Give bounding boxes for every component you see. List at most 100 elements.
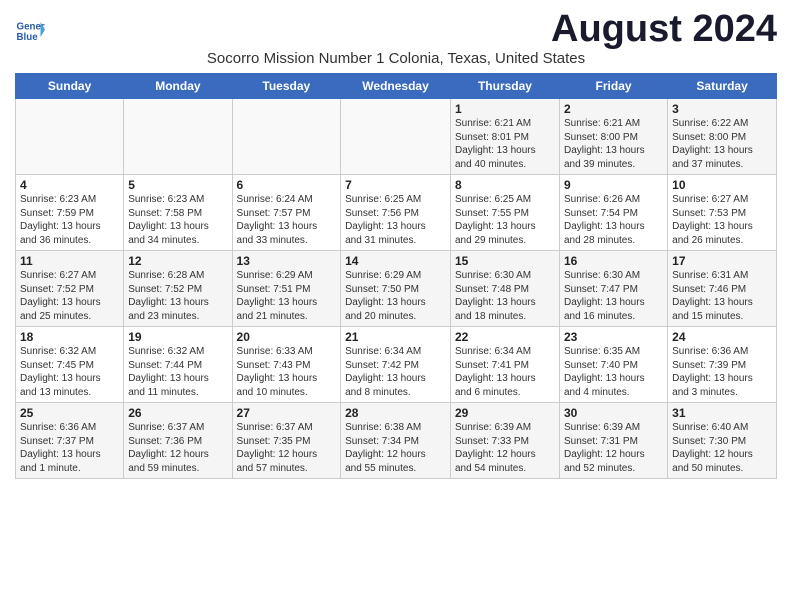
day-info: Sunrise: 6:27 AMSunset: 7:52 PMDaylight:… xyxy=(20,269,119,323)
calendar-cell: 8Sunrise: 6:25 AMSunset: 7:55 PMDaylight… xyxy=(450,175,559,251)
weekday-header-friday: Friday xyxy=(559,74,667,99)
day-number: 3 xyxy=(672,102,772,116)
calendar-cell: 22Sunrise: 6:34 AMSunset: 7:41 PMDayligh… xyxy=(450,327,559,403)
day-info: Sunrise: 6:39 AMSunset: 7:33 PMDaylight:… xyxy=(455,421,555,475)
day-info: Sunrise: 6:27 AMSunset: 7:53 PMDaylight:… xyxy=(672,193,772,247)
day-number: 5 xyxy=(128,178,227,192)
day-number: 13 xyxy=(237,254,337,268)
day-number: 27 xyxy=(237,406,337,420)
day-number: 2 xyxy=(564,102,663,116)
day-info: Sunrise: 6:25 AMSunset: 7:55 PMDaylight:… xyxy=(455,193,555,247)
day-info: Sunrise: 6:21 AMSunset: 8:00 PMDaylight:… xyxy=(564,117,663,171)
day-number: 8 xyxy=(455,178,555,192)
day-number: 30 xyxy=(564,406,663,420)
day-number: 25 xyxy=(20,406,119,420)
day-info: Sunrise: 6:29 AMSunset: 7:50 PMDaylight:… xyxy=(345,269,446,323)
calendar-header: SundayMondayTuesdayWednesdayThursdayFrid… xyxy=(16,74,777,99)
calendar-cell: 23Sunrise: 6:35 AMSunset: 7:40 PMDayligh… xyxy=(559,327,667,403)
calendar-cell: 26Sunrise: 6:37 AMSunset: 7:36 PMDayligh… xyxy=(124,403,232,479)
day-number: 23 xyxy=(564,330,663,344)
calendar-cell: 27Sunrise: 6:37 AMSunset: 7:35 PMDayligh… xyxy=(232,403,341,479)
calendar-cell: 10Sunrise: 6:27 AMSunset: 7:53 PMDayligh… xyxy=(668,175,777,251)
day-info: Sunrise: 6:32 AMSunset: 7:45 PMDaylight:… xyxy=(20,345,119,399)
day-info: Sunrise: 6:26 AMSunset: 7:54 PMDaylight:… xyxy=(564,193,663,247)
calendar-body: 1Sunrise: 6:21 AMSunset: 8:01 PMDaylight… xyxy=(16,99,777,479)
day-info: Sunrise: 6:32 AMSunset: 7:44 PMDaylight:… xyxy=(128,345,227,399)
location-subtitle: Socorro Mission Number 1 Colonia, Texas,… xyxy=(15,50,777,67)
calendar-cell: 6Sunrise: 6:24 AMSunset: 7:57 PMDaylight… xyxy=(232,175,341,251)
day-number: 11 xyxy=(20,254,119,268)
calendar-cell: 7Sunrise: 6:25 AMSunset: 7:56 PMDaylight… xyxy=(341,175,451,251)
calendar-cell: 18Sunrise: 6:32 AMSunset: 7:45 PMDayligh… xyxy=(16,327,124,403)
svg-text:Blue: Blue xyxy=(17,32,39,43)
day-info: Sunrise: 6:24 AMSunset: 7:57 PMDaylight:… xyxy=(237,193,337,247)
page-header: General Blue August 2024 xyxy=(15,10,777,48)
weekday-header-wednesday: Wednesday xyxy=(341,74,451,99)
day-info: Sunrise: 6:23 AMSunset: 7:59 PMDaylight:… xyxy=(20,193,119,247)
calendar-cell: 1Sunrise: 6:21 AMSunset: 8:01 PMDaylight… xyxy=(450,99,559,175)
day-number: 21 xyxy=(345,330,446,344)
day-number: 19 xyxy=(128,330,227,344)
calendar-cell: 15Sunrise: 6:30 AMSunset: 7:48 PMDayligh… xyxy=(450,251,559,327)
calendar-cell: 12Sunrise: 6:28 AMSunset: 7:52 PMDayligh… xyxy=(124,251,232,327)
day-number: 26 xyxy=(128,406,227,420)
calendar-cell: 2Sunrise: 6:21 AMSunset: 8:00 PMDaylight… xyxy=(559,99,667,175)
calendar-week-5: 25Sunrise: 6:36 AMSunset: 7:37 PMDayligh… xyxy=(16,403,777,479)
weekday-header-monday: Monday xyxy=(124,74,232,99)
day-info: Sunrise: 6:36 AMSunset: 7:39 PMDaylight:… xyxy=(672,345,772,399)
calendar-cell xyxy=(124,99,232,175)
calendar-cell: 25Sunrise: 6:36 AMSunset: 7:37 PMDayligh… xyxy=(16,403,124,479)
day-number: 28 xyxy=(345,406,446,420)
calendar-cell: 14Sunrise: 6:29 AMSunset: 7:50 PMDayligh… xyxy=(341,251,451,327)
calendar-cell: 21Sunrise: 6:34 AMSunset: 7:42 PMDayligh… xyxy=(341,327,451,403)
day-number: 9 xyxy=(564,178,663,192)
calendar-cell: 20Sunrise: 6:33 AMSunset: 7:43 PMDayligh… xyxy=(232,327,341,403)
calendar-week-1: 1Sunrise: 6:21 AMSunset: 8:01 PMDaylight… xyxy=(16,99,777,175)
day-number: 7 xyxy=(345,178,446,192)
calendar-cell xyxy=(16,99,124,175)
calendar-cell: 5Sunrise: 6:23 AMSunset: 7:58 PMDaylight… xyxy=(124,175,232,251)
day-info: Sunrise: 6:37 AMSunset: 7:36 PMDaylight:… xyxy=(128,421,227,475)
day-number: 12 xyxy=(128,254,227,268)
weekday-header-sunday: Sunday xyxy=(16,74,124,99)
day-info: Sunrise: 6:37 AMSunset: 7:35 PMDaylight:… xyxy=(237,421,337,475)
calendar-cell xyxy=(341,99,451,175)
day-number: 1 xyxy=(455,102,555,116)
day-number: 16 xyxy=(564,254,663,268)
weekday-row: SundayMondayTuesdayWednesdayThursdayFrid… xyxy=(16,74,777,99)
day-info: Sunrise: 6:36 AMSunset: 7:37 PMDaylight:… xyxy=(20,421,119,475)
calendar-cell: 13Sunrise: 6:29 AMSunset: 7:51 PMDayligh… xyxy=(232,251,341,327)
day-info: Sunrise: 6:34 AMSunset: 7:42 PMDaylight:… xyxy=(345,345,446,399)
weekday-header-tuesday: Tuesday xyxy=(232,74,341,99)
day-number: 29 xyxy=(455,406,555,420)
month-year-title: August 2024 xyxy=(551,10,777,48)
day-info: Sunrise: 6:35 AMSunset: 7:40 PMDaylight:… xyxy=(564,345,663,399)
logo: General Blue xyxy=(15,16,45,46)
day-number: 31 xyxy=(672,406,772,420)
weekday-header-thursday: Thursday xyxy=(450,74,559,99)
calendar-cell: 4Sunrise: 6:23 AMSunset: 7:59 PMDaylight… xyxy=(16,175,124,251)
day-info: Sunrise: 6:38 AMSunset: 7:34 PMDaylight:… xyxy=(345,421,446,475)
day-number: 15 xyxy=(455,254,555,268)
calendar-week-4: 18Sunrise: 6:32 AMSunset: 7:45 PMDayligh… xyxy=(16,327,777,403)
day-info: Sunrise: 6:21 AMSunset: 8:01 PMDaylight:… xyxy=(455,117,555,171)
day-number: 17 xyxy=(672,254,772,268)
day-number: 14 xyxy=(345,254,446,268)
calendar-cell: 31Sunrise: 6:40 AMSunset: 7:30 PMDayligh… xyxy=(668,403,777,479)
day-info: Sunrise: 6:28 AMSunset: 7:52 PMDaylight:… xyxy=(128,269,227,323)
calendar-cell: 30Sunrise: 6:39 AMSunset: 7:31 PMDayligh… xyxy=(559,403,667,479)
day-info: Sunrise: 6:25 AMSunset: 7:56 PMDaylight:… xyxy=(345,193,446,247)
day-number: 24 xyxy=(672,330,772,344)
calendar-cell: 11Sunrise: 6:27 AMSunset: 7:52 PMDayligh… xyxy=(16,251,124,327)
calendar-cell: 3Sunrise: 6:22 AMSunset: 8:00 PMDaylight… xyxy=(668,99,777,175)
day-number: 10 xyxy=(672,178,772,192)
calendar-cell: 24Sunrise: 6:36 AMSunset: 7:39 PMDayligh… xyxy=(668,327,777,403)
calendar-cell xyxy=(232,99,341,175)
day-info: Sunrise: 6:29 AMSunset: 7:51 PMDaylight:… xyxy=(237,269,337,323)
day-info: Sunrise: 6:30 AMSunset: 7:47 PMDaylight:… xyxy=(564,269,663,323)
day-info: Sunrise: 6:39 AMSunset: 7:31 PMDaylight:… xyxy=(564,421,663,475)
day-number: 4 xyxy=(20,178,119,192)
calendar-cell: 16Sunrise: 6:30 AMSunset: 7:47 PMDayligh… xyxy=(559,251,667,327)
day-info: Sunrise: 6:30 AMSunset: 7:48 PMDaylight:… xyxy=(455,269,555,323)
logo-icon: General Blue xyxy=(15,16,45,46)
